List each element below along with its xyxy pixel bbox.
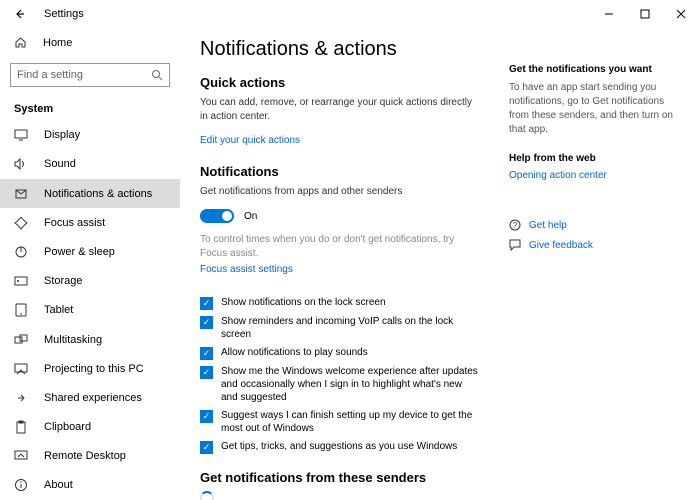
sidebar-item-focus-assist[interactable]: Focus assist [0,208,180,237]
focus-assist-icon [14,216,28,230]
feedback-icon [509,239,521,251]
checkbox-label: Suggest ways I can finish setting up my … [221,409,479,435]
shared-icon [14,391,28,405]
sidebar-item-label: Display [44,129,80,141]
search-placeholder: Find a setting [17,69,151,81]
sidebar-item-sound[interactable]: Sound [0,150,180,179]
aside-panel: Get the notifications you want To have a… [509,38,679,500]
aside-heading-2: Help from the web [509,153,679,164]
sidebar-item-remote-desktop[interactable]: Remote Desktop [0,442,180,471]
home-label: Home [43,37,72,49]
arrow-left-icon [14,8,26,20]
sidebar-item-label: Clipboard [44,421,91,433]
sidebar-item-clipboard[interactable]: Clipboard [0,412,180,441]
checkbox-label: Show reminders and incoming VoIP calls o… [221,315,479,341]
svg-text:?: ? [513,221,518,230]
aside-heading-1: Get the notifications you want [509,64,679,75]
window-title: Settings [44,8,84,20]
window-controls [591,0,699,28]
clipboard-icon [14,420,28,434]
checkbox-label: Get tips, tricks, and suggestions as you… [221,440,457,453]
sidebar-item-label: Projecting to this PC [44,363,144,375]
checkbox-sounds[interactable]: ✓ [200,347,213,360]
storage-icon [14,274,28,288]
help-icon: ? [509,219,521,231]
notifications-toggle[interactable] [200,209,234,223]
sidebar-item-storage[interactable]: Storage [0,267,180,296]
checkbox-setup[interactable]: ✓ [200,410,213,423]
sidebar-item-label: Remote Desktop [44,450,126,462]
section-label: System [0,93,180,121]
quick-actions-heading: Quick actions [200,75,479,90]
close-icon [676,9,686,19]
minimize-icon [604,9,614,19]
minimize-button[interactable] [591,0,627,28]
checkbox-lock-screen[interactable]: ✓ [200,297,213,310]
multitasking-icon [14,333,28,347]
sidebar-item-about[interactable]: About [0,471,180,500]
sidebar-item-label: Power & sleep [44,246,115,258]
power-icon [14,245,28,259]
sidebar-item-label: About [44,479,73,491]
sidebar-item-notifications[interactable]: Notifications & actions [0,179,180,208]
notifications-desc: Get notifications from apps and other se… [200,185,479,199]
sidebar-item-projecting[interactable]: Projecting to this PC [0,354,180,383]
sidebar-item-display[interactable]: Display [0,121,180,150]
sidebar-item-multitasking[interactable]: Multitasking [0,325,180,354]
remote-desktop-icon [14,449,28,463]
loading-spinner [200,491,214,500]
close-button[interactable] [663,0,699,28]
sidebar-item-shared[interactable]: Shared experiences [0,383,180,412]
sidebar-item-label: Sound [44,158,76,170]
sidebar-item-label: Focus assist [44,217,105,229]
aside-desc-1: To have an app start sending you notific… [509,81,679,137]
sidebar: Home Find a setting System Display Sound… [0,28,180,500]
sidebar-item-label: Tablet [44,304,73,316]
get-help-link[interactable]: ? Get help [509,219,679,231]
edit-quick-actions-link[interactable]: Edit your quick actions [200,135,300,146]
checkbox-label: Show notifications on the lock screen [221,296,386,309]
about-icon [14,478,28,492]
checkbox-voip[interactable]: ✓ [200,316,213,329]
sidebar-item-label: Storage [44,275,83,287]
notifications-heading: Notifications [200,164,479,179]
sidebar-item-tablet[interactable]: Tablet [0,296,180,325]
search-input[interactable]: Find a setting [10,63,170,86]
search-icon [151,69,163,81]
focus-assist-link[interactable]: Focus assist settings [200,264,293,275]
sidebar-item-power-sleep[interactable]: Power & sleep [0,237,180,266]
quick-actions-desc: You can add, remove, or rearrange your q… [200,96,479,124]
home-button[interactable]: Home [0,28,180,57]
maximize-button[interactable] [627,0,663,28]
checkbox-label: Show me the Windows welcome experience a… [221,365,479,404]
main-content: Notifications & actions Quick actions Yo… [200,38,479,500]
maximize-icon [640,9,650,19]
senders-heading: Get notifications from these senders [200,470,479,485]
opening-action-center-link[interactable]: Opening action center [509,170,679,181]
sidebar-item-label: Shared experiences [44,392,142,404]
focus-assist-hint: To control times when you do or don't ge… [200,233,479,261]
checkbox-tips[interactable]: ✓ [200,441,213,454]
page-title: Notifications & actions [200,38,479,61]
projecting-icon [14,362,28,376]
help-label: Get help [529,220,567,231]
checkbox-welcome[interactable]: ✓ [200,366,213,379]
back-button[interactable] [8,8,32,20]
display-icon [14,128,28,142]
titlebar: Settings [0,0,699,28]
sidebar-item-label: Notifications & actions [44,188,152,200]
checkbox-label: Allow notifications to play sounds [221,346,368,359]
give-feedback-link[interactable]: Give feedback [509,239,679,251]
notifications-icon [14,187,28,201]
toggle-state: On [244,211,257,222]
sound-icon [14,157,28,171]
sidebar-item-label: Multitasking [44,334,102,346]
tablet-icon [14,303,28,317]
feedback-label: Give feedback [529,240,593,251]
home-icon [14,36,27,49]
